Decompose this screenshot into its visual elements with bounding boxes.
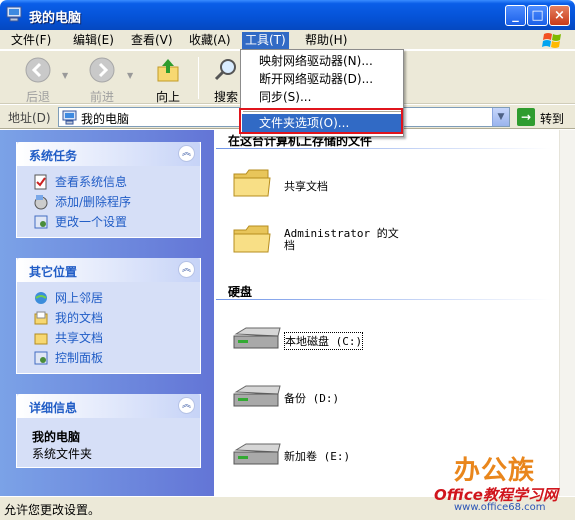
place-label: 共享文档	[55, 331, 104, 345]
details-header[interactable]: 详细信息 ︽	[17, 394, 200, 418]
system-tasks-panel: 系统任务 ︽ 查看系统信息 添加/删除程序 更改一个设置	[16, 142, 201, 238]
other-places-header[interactable]: 其它位置 ︽	[17, 258, 200, 282]
menu-tools[interactable]: 工具(T)	[242, 32, 289, 49]
details-subtitle: 系统文件夹	[32, 447, 93, 461]
address-dropdown-button[interactable]: ▼	[492, 108, 509, 126]
up-button[interactable]: 向上	[148, 57, 188, 105]
folder-icon	[233, 169, 271, 197]
drive-label: 备份 (D:)	[284, 392, 340, 405]
close-button[interactable]: ×	[549, 5, 570, 26]
group-divider	[216, 299, 551, 300]
task-label: 更改一个设置	[55, 215, 128, 229]
collapse-icon[interactable]: ︽	[178, 397, 195, 414]
up-label: 向上	[155, 90, 180, 104]
file-list-view[interactable]: 在这台计算机上存储的文件 共享文档 Administrator 的文档 硬盘 本…	[214, 130, 559, 496]
task-label: 添加/删除程序	[55, 195, 132, 209]
control-panel-icon	[34, 351, 48, 365]
group-divider	[216, 148, 551, 149]
hard-disk-icon	[233, 443, 281, 465]
menu-favorites[interactable]: 收藏(A)	[186, 32, 234, 49]
details-name: 我的电脑	[32, 430, 81, 444]
back-arrow-icon	[25, 57, 51, 83]
watermark-line2: www.office68.com	[454, 502, 546, 513]
place-label: 我的文档	[55, 311, 104, 325]
forward-label: 前进	[89, 90, 114, 104]
network-places-icon	[35, 292, 47, 304]
collapse-icon[interactable]: ︽	[178, 145, 195, 162]
windows-logo-icon	[542, 33, 561, 48]
back-button[interactable]: 后退	[18, 57, 58, 105]
menu-bar: 文件(F) 编辑(E) 查看(V) 收藏(A) 工具(T) 帮助(H)	[0, 30, 575, 50]
shared-folder-icon	[34, 333, 48, 345]
menu-item-synchronize[interactable]: 同步(S)...	[242, 88, 402, 106]
place-network[interactable]: 网上邻居	[27, 288, 190, 308]
menu-view[interactable]: 查看(V)	[128, 32, 176, 49]
menu-item-disconnect-network-drive[interactable]: 断开网络驱动器(D)...	[242, 70, 402, 88]
system-tasks-title: 系统任务	[29, 149, 78, 163]
maximize-button[interactable]: □	[527, 5, 548, 26]
place-control-panel[interactable]: 控制面板	[27, 348, 190, 368]
place-label: 控制面板	[55, 351, 104, 365]
system-tasks-header[interactable]: 系统任务 ︽	[17, 142, 200, 166]
place-label: 网上邻居	[55, 291, 104, 305]
my-computer-icon	[6, 6, 22, 22]
system-info-icon	[34, 174, 47, 190]
left-task-pane: 系统任务 ︽ 查看系统信息 添加/删除程序 更改一个设置 其它位置 ︽ 网上邻居…	[0, 130, 214, 496]
task-add-remove-programs[interactable]: 添加/删除程序	[27, 192, 190, 212]
control-panel-icon	[34, 215, 48, 229]
go-label: 转到	[540, 112, 565, 126]
folder-icon	[233, 225, 271, 253]
other-places-panel: 其它位置 ︽ 网上邻居 我的文档 共享文档 控制面板	[16, 258, 201, 374]
my-computer-icon	[62, 110, 77, 125]
drive-label: 新加卷 (E:)	[284, 450, 351, 463]
up-folder-icon	[157, 59, 179, 82]
place-shared-documents[interactable]: 共享文档	[27, 328, 190, 348]
title-bar[interactable]: 我的电脑 _ □ ×	[0, 0, 575, 30]
back-label: 后退	[25, 90, 50, 104]
go-arrow-icon: →	[517, 108, 535, 126]
menu-file[interactable]: 文件(F)	[8, 32, 54, 49]
forward-button[interactable]: 前进	[82, 57, 122, 105]
folder-label: Administrator 的文档	[284, 227, 399, 252]
address-label: 地址(D)	[8, 111, 51, 125]
status-text: 允许您更改设置。	[4, 503, 101, 517]
other-places-title: 其它位置	[29, 265, 78, 279]
toolbar-separator	[198, 57, 199, 99]
back-dropdown-icon[interactable]: ▼	[62, 71, 68, 80]
vertical-scrollbar[interactable]	[559, 130, 575, 496]
my-documents-icon	[34, 311, 48, 325]
task-change-setting[interactable]: 更改一个设置	[27, 212, 190, 232]
folder-label: 共享文档	[284, 180, 328, 193]
minimize-button[interactable]: _	[505, 5, 526, 26]
window-title: 我的电脑	[29, 11, 82, 26]
forward-arrow-icon	[89, 57, 115, 83]
collapse-icon[interactable]: ︽	[178, 261, 195, 278]
task-label: 查看系统信息	[55, 175, 128, 189]
add-remove-programs-icon	[34, 195, 48, 210]
go-button[interactable]: → 转到	[517, 108, 573, 127]
watermark-brand: 办公族	[454, 456, 536, 486]
search-icon	[214, 59, 236, 81]
task-view-system-info[interactable]: 查看系统信息	[27, 172, 190, 192]
address-value: 我的电脑	[81, 112, 130, 126]
watermark-logo: 办公族 Office教程学习网 www.office68.com	[424, 446, 575, 516]
hard-disk-icon	[233, 327, 281, 349]
place-my-documents[interactable]: 我的文档	[27, 308, 190, 328]
forward-dropdown-icon[interactable]: ▼	[127, 71, 133, 80]
drives-group-title: 硬盘	[228, 285, 253, 299]
menu-item-map-network-drive[interactable]: 映射网络驱动器(N)...	[242, 52, 402, 70]
details-panel: 详细信息 ︽ 我的电脑 系统文件夹	[16, 394, 201, 468]
highlight-annotation-box	[239, 108, 403, 134]
menu-help[interactable]: 帮助(H)	[302, 32, 350, 49]
menu-edit[interactable]: 编辑(E)	[70, 32, 117, 49]
hard-disk-icon	[233, 385, 281, 407]
details-title: 详细信息	[29, 401, 78, 415]
drive-label: 本地磁盘 (C:)	[284, 332, 364, 350]
search-label: 搜索	[213, 90, 238, 104]
